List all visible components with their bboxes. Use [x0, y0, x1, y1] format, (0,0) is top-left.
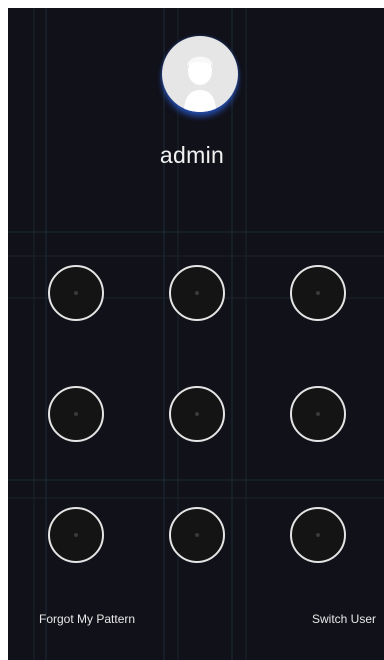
- pattern-dot-center: [74, 412, 78, 416]
- pattern-dot-6[interactable]: [290, 386, 346, 442]
- pattern-dot-center: [74, 533, 78, 537]
- pattern-dot-center: [195, 533, 199, 537]
- pattern-dot-5[interactable]: [169, 386, 225, 442]
- pattern-dot-center: [316, 533, 320, 537]
- pattern-dot-center: [316, 412, 320, 416]
- username-label: admin: [159, 142, 225, 168]
- pattern-dot-2[interactable]: [169, 265, 225, 321]
- pattern-lock-screen: admin Forgot My Pattern Switch User: [8, 8, 384, 660]
- pattern-dot-center: [195, 412, 199, 416]
- pattern-dot-center: [74, 291, 78, 295]
- pattern-dot-3[interactable]: [290, 265, 346, 321]
- forgot-pattern-link[interactable]: Forgot My Pattern: [39, 612, 135, 626]
- pattern-dot-7[interactable]: [48, 507, 104, 563]
- user-avatar-icon[interactable]: [162, 36, 238, 112]
- pattern-dot-4[interactable]: [48, 386, 104, 442]
- pattern-dot-center: [316, 291, 320, 295]
- pattern-dot-1[interactable]: [48, 265, 104, 321]
- pattern-dot-center: [195, 291, 199, 295]
- switch-user-link[interactable]: Switch User: [312, 612, 376, 626]
- pattern-dot-8[interactable]: [169, 507, 225, 563]
- pattern-dot-9[interactable]: [290, 507, 346, 563]
